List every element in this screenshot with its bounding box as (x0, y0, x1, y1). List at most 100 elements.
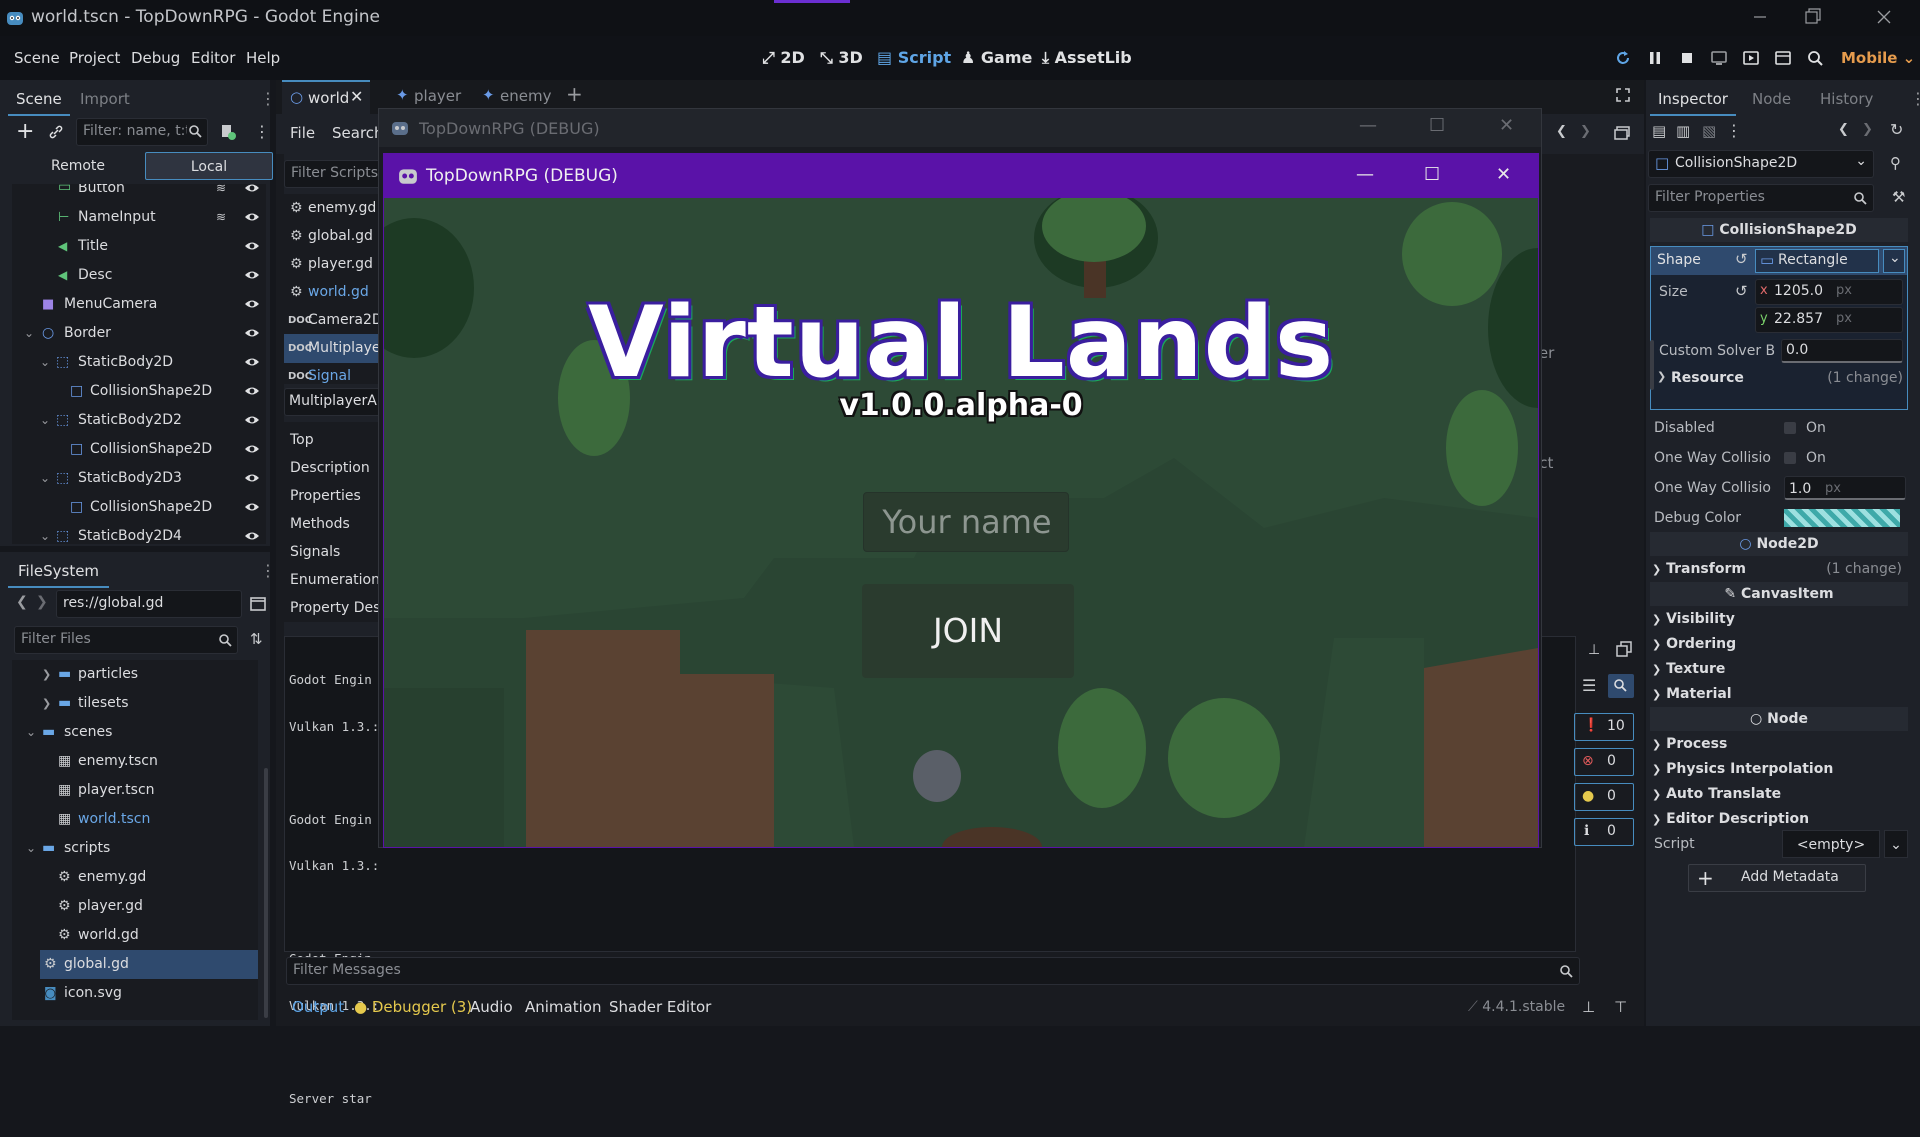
messages-toggle[interactable]: ❗ 10 (1574, 713, 1634, 741)
file-item-enemy-tscn[interactable]: ▦ enemy.tscn (12, 747, 258, 776)
menu-help[interactable]: Help (246, 36, 280, 80)
new-resource-icon[interactable]: ▤ (1652, 122, 1666, 140)
join-button[interactable]: JOIN (862, 584, 1074, 678)
script-item[interactable]: DOC Camera2D (284, 306, 390, 335)
resource-options-icon[interactable]: ⋮ (1726, 121, 1742, 140)
split-view-icon[interactable] (250, 596, 266, 612)
add-node-icon[interactable]: + (16, 120, 34, 144)
info-toggle[interactable]: ℹ0 (1574, 818, 1634, 846)
minimize-window-button[interactable] (1738, 0, 1782, 36)
section-editor-description[interactable]: ❯ Editor Description (1652, 807, 1908, 831)
section-process[interactable]: ❯ Process (1652, 732, 1908, 756)
file-item-enemy-gd[interactable]: ⚙ enemy.gd (12, 863, 258, 892)
warnings-toggle[interactable]: ● 0 (1574, 783, 1634, 811)
path-input[interactable]: res://global.gd (56, 590, 242, 618)
pause-icon[interactable] (1646, 49, 1664, 67)
visibility-eye-icon[interactable] (244, 355, 260, 369)
tab-scene[interactable]: Scene (8, 82, 70, 116)
toggle-search-button[interactable] (1608, 674, 1634, 698)
size-x-field[interactable]: x 1205.0 px (1755, 279, 1903, 305)
member-item[interactable]: Signals (284, 538, 390, 567)
visibility-eye-icon[interactable] (244, 442, 260, 456)
menu-editor[interactable]: Editor (191, 36, 235, 80)
tab-history[interactable]: History (1820, 82, 1873, 116)
revert-icon[interactable]: ↺ (1735, 282, 1748, 300)
section-visibility[interactable]: ❯ Visibility (1652, 607, 1908, 631)
save-resource-icon[interactable]: ▧ (1702, 122, 1716, 140)
tab-animation[interactable]: Animation (525, 998, 601, 1016)
tree-node-desc[interactable]: ◀ Desc (12, 261, 266, 290)
member-item[interactable]: Properties (284, 482, 390, 511)
chevron-down-icon[interactable]: ⌄ (40, 406, 50, 435)
member-item[interactable]: Top (284, 426, 390, 455)
tree-node-title[interactable]: ◀ Title (12, 232, 266, 261)
close-tab-icon[interactable]: ✕ (350, 87, 363, 106)
script-resource-button[interactable]: <empty> (1782, 830, 1880, 858)
name-input[interactable]: Your name (863, 492, 1069, 552)
member-item[interactable]: Enumeration (284, 566, 390, 595)
errors-toggle[interactable]: ⊗ 0 (1574, 748, 1634, 776)
scene-filter-input[interactable]: Filter: name, t:t (76, 118, 208, 146)
tree-node-staticbody2d4[interactable]: ⌄ ⬚ StaticBody2D4 (12, 522, 266, 544)
custom-solver-field[interactable]: 0.0 (1781, 339, 1903, 363)
chevron-down-icon[interactable]: ⌄ (40, 464, 50, 493)
visibility-eye-icon[interactable] (244, 184, 260, 195)
script-item[interactable]: ⚙ global.gd (284, 222, 390, 251)
workspace-2d-button[interactable]: ⤢ 2D (762, 36, 805, 80)
menu-scene[interactable]: Scene (14, 36, 60, 80)
file-item-player-gd[interactable]: ⚙ player.gd (12, 892, 258, 921)
section-ordering[interactable]: ❯ Ordering (1652, 632, 1908, 656)
maximize-window-button[interactable]: ☐ (1424, 164, 1440, 185)
scene-options-icon[interactable]: ⋮ (254, 122, 270, 141)
chevron-down-icon[interactable]: ⌄ (26, 718, 36, 747)
one-way-collision-checkbox[interactable] (1784, 452, 1796, 464)
visibility-eye-icon[interactable] (244, 297, 260, 311)
file-item-scripts[interactable]: ⌄ ▬ scripts (12, 834, 258, 863)
script-item[interactable]: ⚙ world.gd (284, 278, 390, 307)
tree-node-staticbody2d[interactable]: ⌄ ⬚ StaticBody2D (12, 348, 266, 377)
tree-node-collisionshape2d[interactable]: □ CollisionShape2D (12, 435, 266, 464)
script-item[interactable]: DOC Multiplaye (284, 334, 390, 363)
object-selector[interactable]: □ CollisionShape2D ⌄ (1648, 150, 1874, 178)
reload-scene-icon[interactable] (1614, 49, 1632, 67)
visibility-eye-icon[interactable] (244, 239, 260, 253)
tab-inspector[interactable]: Inspector (1650, 82, 1736, 116)
workspace-game-button[interactable]: ♟ Game (961, 36, 1032, 80)
tree-node-staticbody2d3[interactable]: ⌄ ⬚ StaticBody2D3 (12, 464, 266, 493)
tree-node-nameinput[interactable]: ⊢ NameInput ≋ (12, 203, 266, 232)
visibility-eye-icon[interactable] (244, 326, 260, 340)
tab-node[interactable]: Node (1752, 82, 1791, 116)
shape-resource-button[interactable]: ▭ Rectangle (1755, 249, 1879, 273)
tree-node-button[interactable]: ▭ Button ≋ (12, 184, 266, 203)
tab-output[interactable]: Output (292, 998, 344, 1016)
file-item-tilesets[interactable]: ❯ ▬ tilesets (12, 689, 258, 718)
tree-node-menucamera[interactable]: ■ MenuCamera (12, 290, 266, 319)
expand-panel-icon[interactable]: ⊤ (1614, 998, 1627, 1016)
member-item[interactable]: Description (284, 454, 390, 483)
pin-icon[interactable]: ⊥ (1582, 998, 1595, 1016)
chevron-down-icon[interactable]: ⌄ (40, 522, 50, 544)
file-item-scenes[interactable]: ⌄ ▬ scenes (12, 718, 258, 747)
instance-scene-icon[interactable] (48, 124, 64, 140)
file-item-global-gd[interactable]: ⚙ global.gd (40, 950, 258, 979)
movie-maker-icon[interactable] (1806, 49, 1824, 67)
tab-import[interactable]: Import (80, 82, 130, 116)
member-item[interactable]: Property Des (284, 594, 390, 622)
filter-messages-input[interactable]: Filter Messages (286, 957, 1580, 985)
chevron-down-icon[interactable]: ⌄ (26, 834, 36, 863)
menu-debug[interactable]: Debug (131, 36, 180, 80)
minimize-window-button[interactable]: — (1359, 115, 1377, 136)
filter-properties-input[interactable]: Filter Properties (1648, 184, 1874, 212)
play-scene-icon[interactable] (1742, 49, 1760, 67)
workspace-3d-button[interactable]: ⤡ 3D (820, 36, 863, 80)
script-item[interactable]: ⚙ player.gd (284, 250, 390, 279)
visibility-eye-icon[interactable] (244, 500, 260, 514)
forward-icon[interactable]: ❯ (36, 594, 48, 610)
files-filter-input[interactable]: Filter Files (14, 626, 238, 654)
sort-icon[interactable]: ⇅ (250, 630, 263, 648)
tools-icon[interactable]: ⚒ (1892, 188, 1905, 206)
revert-icon[interactable]: ↺ (1735, 250, 1748, 268)
menu-project[interactable]: Project (69, 36, 120, 80)
prev-script-icon[interactable]: ❮ (1556, 124, 1567, 139)
close-window-button[interactable] (1862, 0, 1906, 36)
